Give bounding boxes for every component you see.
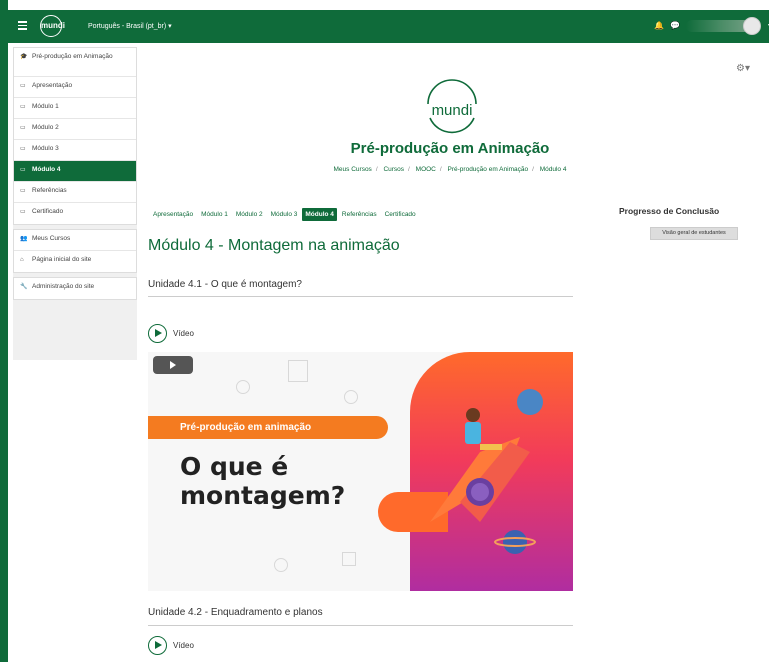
sidebar-item-modulo-1[interactable]: ▭ Módulo 1 — [14, 98, 136, 119]
camera-outline-decoration — [274, 558, 288, 572]
sidebar-item-label: Certificado — [32, 208, 64, 215]
wrench-icon: 🔧 — [20, 284, 28, 290]
sidebar-item-label: Referências — [32, 187, 67, 194]
folder-icon: ▭ — [20, 209, 26, 215]
sidebar-item-label: Apresentação — [32, 82, 73, 89]
play-circle-icon — [148, 324, 167, 343]
messages-chat-icon[interactable]: 💬 — [670, 21, 680, 30]
course-sidebar: 🎓 Pré-produção em Animação ▭ Apresentação … — [13, 47, 137, 360]
settings-gear-icon[interactable]: ⚙▾ — [736, 63, 750, 74]
notifications-bell-icon[interactable]: 🔔 — [654, 21, 664, 30]
thumbnail-headline-line-1: O que é — [180, 452, 289, 481]
folder-icon: ▭ — [20, 125, 26, 131]
sidebar-item-certificado[interactable]: ▭ Certificado — [14, 203, 136, 224]
sidebar-item-label: Administração do site — [32, 283, 95, 290]
page: mundi Português - Brasil (pt_br) ▾ 🔔 💬 ▾… — [0, 0, 769, 662]
tab-apresentacao[interactable]: Apresentação — [150, 208, 196, 221]
video-thumbnail[interactable]: Pré-produção em animação O que é montage… — [148, 352, 573, 591]
sidebar-site-group: 👥 Meus Cursos ⌂ Página inicial do site — [13, 229, 137, 273]
users-icon: 👥 — [20, 236, 28, 242]
sidebar-course-group: 🎓 Pré-produção em Animação ▭ Apresentação … — [13, 47, 137, 225]
folder-icon: ▭ — [20, 146, 26, 152]
tab-modulo-1[interactable]: Módulo 1 — [198, 208, 231, 221]
sidebar-admin-group: 🔧 Administração do site — [13, 277, 137, 300]
breadcrumb-item-meus-cursos[interactable]: Meus Cursos — [334, 166, 372, 173]
sidebar-item-modulo-3[interactable]: ▭ Módulo 3 — [14, 140, 136, 161]
mundi-brand-logo: mundi — [427, 79, 477, 134]
video-activity-4-1[interactable]: Vídeo — [148, 324, 194, 343]
section-heading: Módulo 4 - Montagem na animação — [148, 237, 400, 254]
tab-modulo-3[interactable]: Módulo 3 — [268, 208, 301, 221]
sidebar-item-label: Página inicial do site — [32, 256, 92, 263]
video-activity-4-2[interactable]: Vídeo — [148, 636, 194, 655]
student-overview-button[interactable]: Visão geral de estudantes — [650, 227, 738, 240]
divider — [148, 625, 573, 626]
sidebar-item-label: Módulo 3 — [32, 145, 59, 152]
frame-outline-decoration — [342, 552, 356, 566]
video-activity-label[interactable]: Vídeo — [173, 329, 194, 338]
folder-icon: ▭ — [20, 188, 26, 194]
sidebar-item-label: Pré-produção em Animação — [32, 53, 113, 60]
sidebar-item-label: Módulo 4 — [32, 166, 61, 173]
play-circle-icon — [148, 636, 167, 655]
section-tabs: Apresentação Módulo 1 Módulo 2 Módulo 3 … — [150, 208, 419, 221]
page-title: Pré-produção em Animação — [350, 140, 550, 157]
home-icon: ⌂ — [20, 257, 24, 263]
tab-modulo-2[interactable]: Módulo 2 — [233, 208, 266, 221]
folder-icon: ▭ — [20, 83, 26, 89]
breadcrumb-item-course[interactable]: Pré-produção em Animação — [448, 166, 529, 173]
language-selector[interactable]: Português - Brasil (pt_br) ▾ — [88, 22, 172, 30]
breadcrumb-item-modulo-4[interactable]: Módulo 4 — [540, 166, 567, 173]
breadcrumb: Meus Cursos / Cursos / MOOC / Pré-produção … — [333, 166, 567, 173]
film-outline-decoration — [288, 360, 308, 382]
sidebar-item-label: Meus Cursos — [32, 235, 71, 242]
rocket-illustration — [430, 389, 543, 554]
tab-referencias[interactable]: Referências — [339, 208, 380, 221]
sidebar-item-pagina-inicial[interactable]: ⌂ Página inicial do site — [14, 251, 136, 272]
sidebar-item-modulo-4[interactable]: ▭ Módulo 4 — [14, 161, 136, 182]
hamburger-menu-icon[interactable] — [18, 21, 27, 30]
graduation-cap-icon: 🎓 — [20, 54, 28, 60]
user-avatar[interactable] — [743, 17, 761, 35]
left-accent-bar — [0, 0, 8, 662]
video-play-button[interactable] — [153, 356, 193, 374]
sidebar-item-meus-cursos[interactable]: 👥 Meus Cursos — [14, 230, 136, 251]
divider — [148, 296, 573, 297]
circles-outline-decoration — [344, 390, 358, 404]
sidebar-item-course[interactable]: 🎓 Pré-produção em Animação — [14, 48, 136, 77]
sidebar-item-label: Módulo 2 — [32, 124, 59, 131]
top-navbar: mundi Português - Brasil (pt_br) ▾ 🔔 💬 ▾ — [8, 10, 769, 43]
thumbnail-banner: Pré-produção em animação — [148, 416, 388, 439]
folder-icon: ▭ — [20, 104, 26, 110]
video-activity-label[interactable]: Vídeo — [173, 641, 194, 650]
brand-text: mundi — [432, 102, 473, 119]
sidebar-item-label: Módulo 1 — [32, 103, 59, 110]
tab-modulo-4[interactable]: Módulo 4 — [302, 208, 337, 221]
thumbnail-headline: O que é montagem? — [180, 452, 345, 510]
completion-progress-title: Progresso de Conclusão — [619, 206, 720, 216]
play-outline-decoration — [236, 380, 250, 394]
breadcrumb-item-mooc[interactable]: MOOC — [416, 166, 436, 173]
sidebar-item-modulo-2[interactable]: ▭ Módulo 2 — [14, 119, 136, 140]
breadcrumb-item-cursos[interactable]: Cursos — [383, 166, 404, 173]
folder-icon: ▭ — [20, 167, 26, 173]
thumbnail-headline-line-2: montagem? — [180, 481, 346, 510]
unit-4-1-title: Unidade 4.1 - O que é montagem? — [148, 279, 302, 290]
tab-certificado[interactable]: Certificado — [382, 208, 419, 221]
mundi-logo[interactable]: mundi — [40, 15, 65, 37]
sidebar-item-administracao[interactable]: 🔧 Administração do site — [14, 278, 136, 299]
sidebar-item-apresentacao[interactable]: ▭ Apresentação — [14, 77, 136, 98]
sidebar-item-referencias[interactable]: ▭ Referências — [14, 182, 136, 203]
unit-4-2-title: Unidade 4.2 - Enquadramento e planos — [148, 607, 323, 618]
